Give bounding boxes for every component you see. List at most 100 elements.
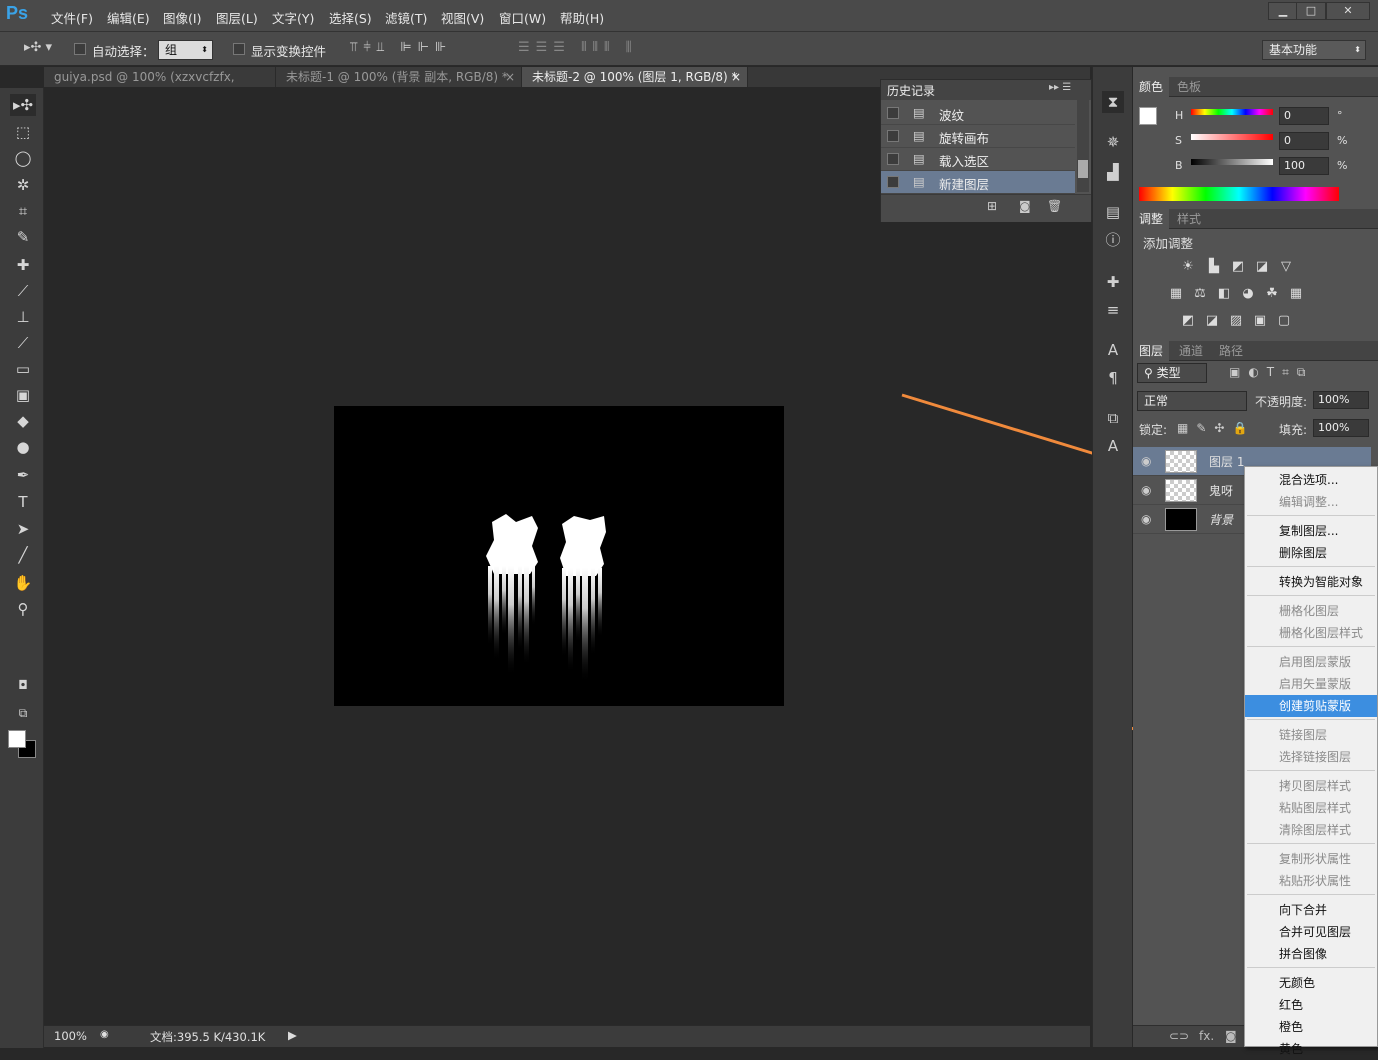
threshold-icon[interactable]: ▨ bbox=[1227, 313, 1245, 329]
foreground-swatch[interactable] bbox=[1139, 107, 1157, 125]
clone-source-icon[interactable]: ⧉ bbox=[1102, 407, 1124, 429]
vibrance-icon[interactable]: ▽ bbox=[1277, 259, 1295, 275]
visibility-eye-icon[interactable]: ◉ bbox=[1141, 454, 1151, 468]
curves-icon[interactable]: ◩ bbox=[1229, 259, 1247, 275]
info-icon[interactable]: ⓘ bbox=[1102, 229, 1124, 251]
context-menu-item[interactable]: 黄色 bbox=[1245, 1038, 1377, 1060]
hue-sat-icon[interactable]: ▦ bbox=[1167, 286, 1185, 302]
color-balance-icon[interactable]: ⚖ bbox=[1191, 286, 1209, 302]
layer-filter-dropdown[interactable]: ⚲ 类型 bbox=[1137, 363, 1207, 383]
invert-icon[interactable]: ◩ bbox=[1179, 313, 1197, 329]
history-snapshot-checkbox[interactable] bbox=[887, 107, 899, 119]
document-state-icon: ▤ bbox=[913, 151, 925, 166]
status-expand-icon[interactable]: ▶ bbox=[288, 1028, 297, 1042]
context-menu-item: 拷贝图层样式 bbox=[1279, 779, 1352, 793]
context-menu-item: 清除图层样式 bbox=[1279, 823, 1352, 837]
context-menu-item[interactable]: 删除图层 bbox=[1245, 542, 1377, 564]
scroll-thumb[interactable] bbox=[1078, 160, 1088, 178]
brush-settings-icon[interactable]: ≡ bbox=[1102, 299, 1124, 321]
tab-channels[interactable]: 通道 bbox=[1173, 341, 1209, 361]
lock-icons[interactable]: ▦✎✣🔒 bbox=[1177, 421, 1255, 435]
tab-styles[interactable]: 样式 bbox=[1171, 209, 1207, 229]
photo-filter-icon[interactable]: ◕ bbox=[1239, 286, 1257, 302]
new-document-icon[interactable]: ⊞ bbox=[987, 199, 997, 213]
levels-icon[interactable]: ▙ bbox=[1205, 259, 1223, 275]
history-item[interactable]: ▤ 波纹 bbox=[881, 102, 1075, 125]
menu-separator bbox=[1247, 719, 1375, 720]
glyph-icon[interactable]: A bbox=[1102, 435, 1124, 457]
properties-icon[interactable]: ▤ bbox=[1102, 201, 1124, 223]
brightness-slider[interactable] bbox=[1191, 159, 1273, 165]
color-spectrum[interactable] bbox=[1139, 187, 1339, 201]
context-menu-item[interactable]: 红色 bbox=[1245, 994, 1377, 1016]
channel-mixer-icon[interactable]: ☘ bbox=[1263, 286, 1281, 302]
black-white-icon[interactable]: ◧ bbox=[1215, 286, 1233, 302]
context-menu-item[interactable]: 橙色 bbox=[1245, 1016, 1377, 1038]
document-state-icon: ▤ bbox=[913, 105, 925, 120]
context-menu-item[interactable]: 混合选项... bbox=[1245, 469, 1377, 491]
tab-color[interactable]: 颜色 bbox=[1133, 77, 1170, 97]
menu-separator bbox=[1247, 770, 1375, 771]
layer-name[interactable]: 鬼呀 bbox=[1209, 482, 1233, 499]
brightness-icon[interactable]: ☀ bbox=[1179, 259, 1197, 275]
history-panel: 历史记录 ▸▸ ☰ ⊞ ◙ 🗑 ▤ 波纹 ▤ 旋转画布 ▤ 载入选区 ▤ 新建图层 bbox=[880, 79, 1092, 222]
history-icon[interactable]: ⧗ bbox=[1102, 91, 1124, 113]
tab-paths[interactable]: 路径 bbox=[1213, 341, 1249, 361]
h-input[interactable]: 0 bbox=[1279, 107, 1329, 125]
opacity-input[interactable]: 100% bbox=[1313, 391, 1369, 409]
history-scrollbar[interactable] bbox=[1077, 100, 1089, 192]
history-item[interactable]: ▤ 旋转画布 bbox=[881, 125, 1075, 148]
link-icon[interactable]: ⊂⊃ bbox=[1169, 1029, 1189, 1043]
hue-slider[interactable] bbox=[1191, 109, 1273, 115]
history-item[interactable]: ▤ 新建图层 bbox=[881, 171, 1075, 194]
layer-name[interactable]: 图层 1 bbox=[1209, 453, 1244, 470]
camera-icon[interactable]: ◙ bbox=[1019, 199, 1031, 213]
h-label: H bbox=[1175, 109, 1184, 122]
mask-icon[interactable]: ◙ bbox=[1225, 1029, 1237, 1043]
context-menu-item[interactable]: 创建剪贴蒙版 bbox=[1245, 695, 1377, 717]
saturation-slider[interactable] bbox=[1191, 134, 1273, 140]
fill-input[interactable]: 100% bbox=[1313, 419, 1369, 437]
gradient-map-icon[interactable]: ▣ bbox=[1251, 313, 1269, 329]
zoom-level[interactable]: 100% bbox=[54, 1029, 87, 1043]
tab-layers[interactable]: 图层 bbox=[1133, 341, 1170, 361]
tab-swatches[interactable]: 色板 bbox=[1171, 77, 1207, 97]
history-snapshot-checkbox[interactable] bbox=[887, 130, 899, 142]
trash-icon[interactable]: 🗑 bbox=[1047, 199, 1062, 213]
histogram-icon[interactable]: ▟ bbox=[1102, 161, 1124, 183]
context-menu-item[interactable]: 合并可见图层 bbox=[1245, 921, 1377, 943]
color-lookup-icon[interactable]: ▦ bbox=[1287, 286, 1305, 302]
layer-thumbnail bbox=[1165, 450, 1197, 473]
paragraph-icon[interactable]: ¶ bbox=[1102, 367, 1124, 389]
blend-mode-dropdown[interactable]: 正常 bbox=[1137, 391, 1247, 411]
history-footer: ⊞ ◙ 🗑 bbox=[881, 194, 1091, 222]
s-input[interactable]: 0 bbox=[1279, 132, 1329, 150]
navigator-icon[interactable]: ✵ bbox=[1102, 131, 1124, 153]
history-snapshot-checkbox[interactable] bbox=[887, 153, 899, 165]
filter-icons[interactable]: ▣◐T⌗⧉ bbox=[1229, 365, 1313, 380]
history-snapshot-checkbox[interactable] bbox=[887, 176, 899, 188]
layer-name[interactable]: 背景 bbox=[1209, 511, 1233, 528]
context-menu-item[interactable]: 无颜色 bbox=[1245, 972, 1377, 994]
layer-context-menu: 混合选项... 编辑调整... 复制图层... 删除图层 转换为智能对象 栅格化图层 栅格化… bbox=[1244, 466, 1378, 1056]
brush-preset-icon[interactable]: ✚ bbox=[1102, 271, 1124, 293]
collapse-icon[interactable]: ▸▸ ☰ bbox=[1049, 82, 1071, 93]
b-unit: % bbox=[1337, 159, 1348, 172]
context-menu-item[interactable]: 向下合并 bbox=[1245, 899, 1377, 921]
fx-icon[interactable]: fx. bbox=[1199, 1029, 1214, 1043]
context-menu-item[interactable]: 复制图层... bbox=[1245, 520, 1377, 542]
b-input[interactable]: 100 bbox=[1279, 157, 1329, 175]
posterize-icon[interactable]: ◪ bbox=[1203, 313, 1221, 329]
tab-adjustments[interactable]: 调整 bbox=[1133, 209, 1170, 229]
character-icon[interactable]: A bbox=[1102, 339, 1124, 361]
visibility-eye-icon[interactable]: ◉ bbox=[1141, 483, 1151, 497]
context-menu-item: 启用图层蒙版 bbox=[1279, 655, 1352, 669]
context-menu-item[interactable]: 拼合图像 bbox=[1245, 943, 1377, 965]
history-item[interactable]: ▤ 载入选区 bbox=[881, 148, 1075, 171]
h-unit: ° bbox=[1337, 109, 1343, 122]
selective-color-icon[interactable]: ▢ bbox=[1275, 313, 1293, 329]
visibility-eye-icon[interactable]: ◉ bbox=[1141, 512, 1151, 526]
exposure-icon[interactable]: ◪ bbox=[1253, 259, 1271, 275]
status-menu-icon[interactable]: ◉ bbox=[100, 1029, 109, 1040]
context-menu-item[interactable]: 转换为智能对象 bbox=[1245, 571, 1377, 593]
